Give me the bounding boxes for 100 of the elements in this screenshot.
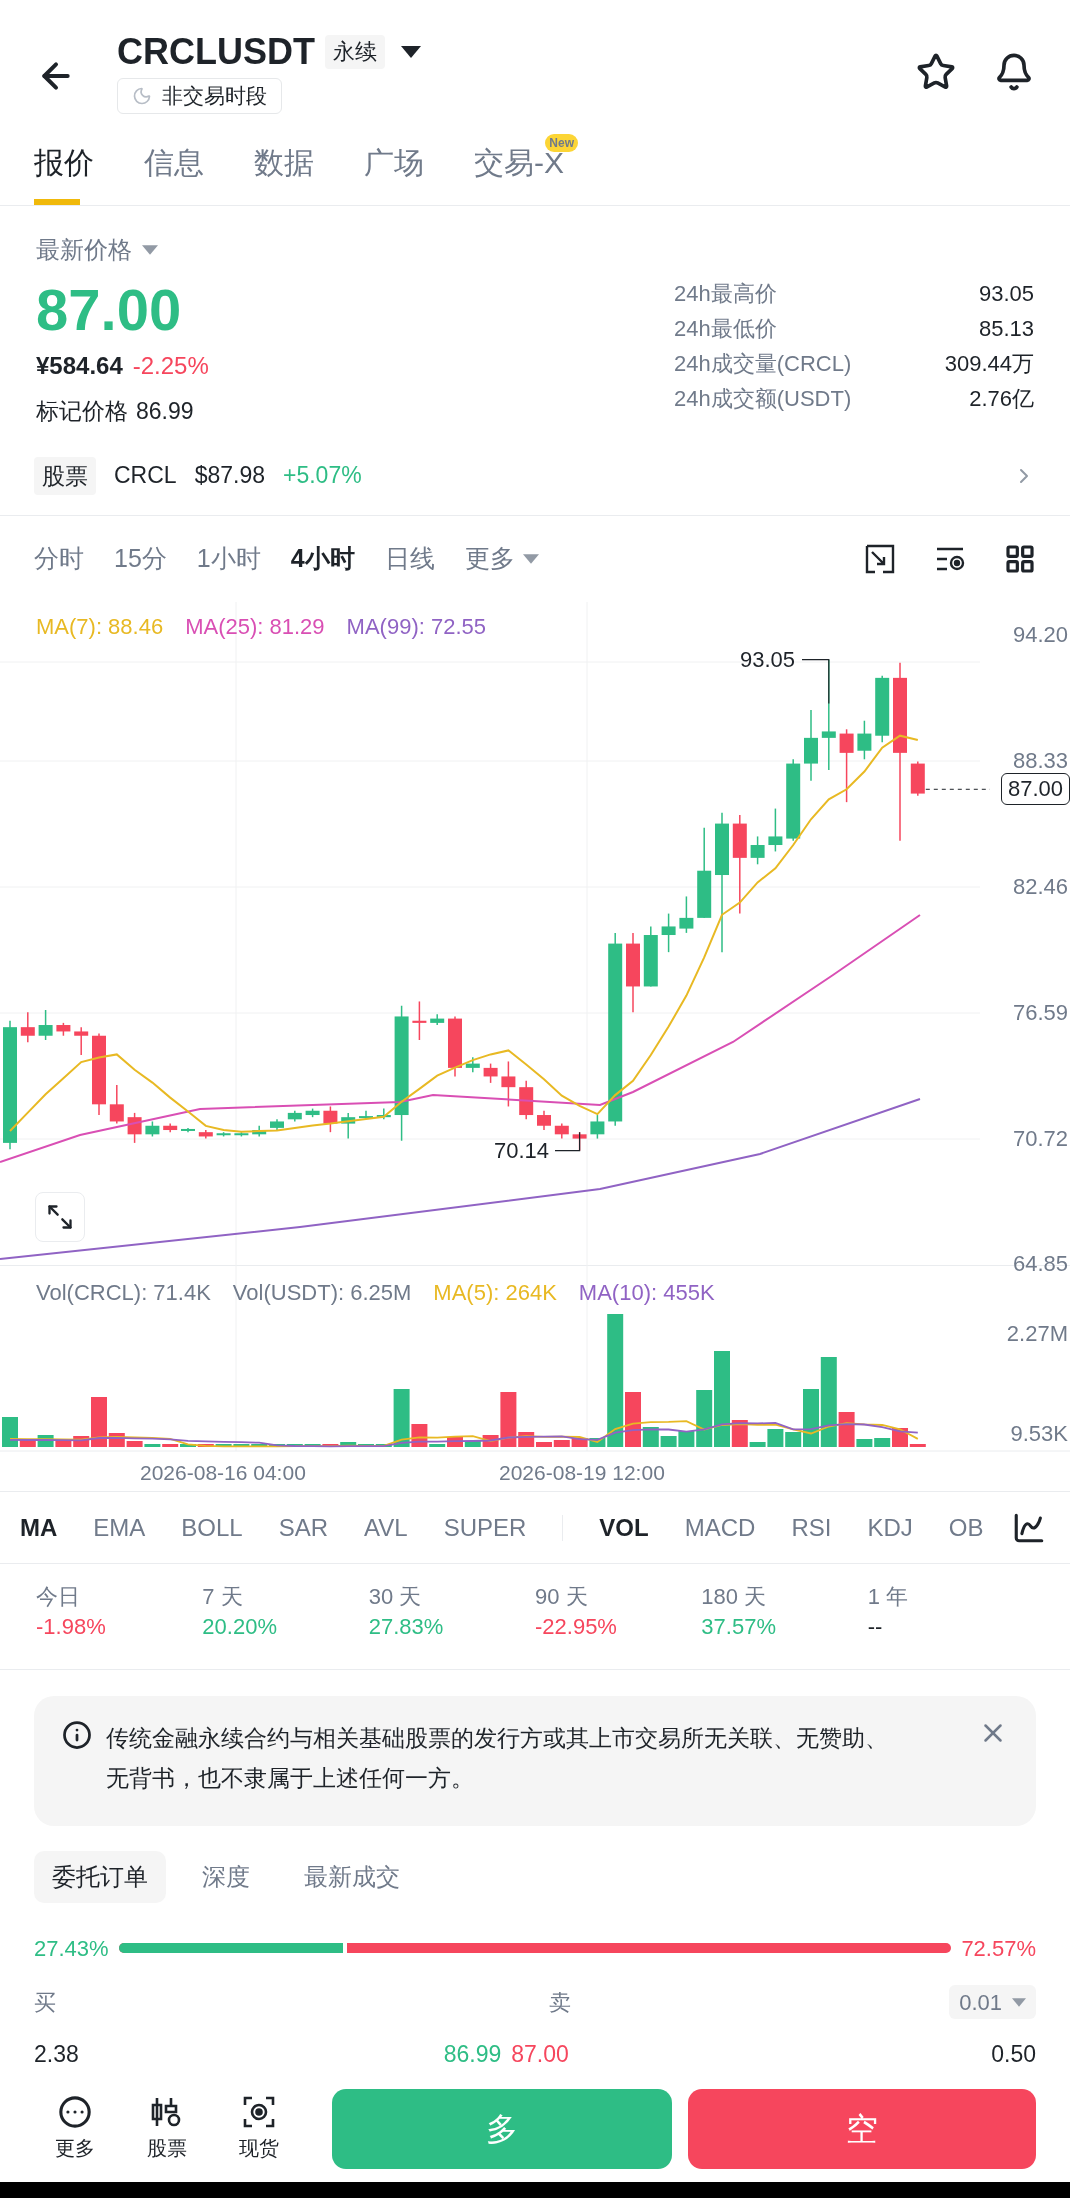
fullscreen-button[interactable] (35, 1192, 85, 1242)
candlestick (38, 1009, 53, 1041)
period-change: -22.95% (535, 1613, 618, 1641)
price-change: -2.25% (132, 351, 209, 381)
page-tab[interactable]: 信息 (144, 130, 218, 205)
bid-quantity: 2.38 (34, 2039, 79, 2069)
period-change: 37.57% (701, 1613, 777, 1641)
expand-icon (46, 1203, 74, 1231)
price-axis-label: 82.46 (1012, 874, 1068, 900)
timeframe-tab[interactable]: 1小时 (196, 540, 261, 578)
stat-label: 24h最低价 (674, 315, 777, 343)
candlestick (20, 1011, 35, 1043)
candlestick (768, 807, 783, 853)
dropdown-caret-icon (401, 46, 421, 58)
active-tab-indicator (34, 199, 80, 205)
timeframe-tab[interactable]: 4小时 (290, 540, 355, 578)
volume-legend-label: MA(5): 264K (433, 1279, 557, 1307)
draw-tool-icon[interactable] (864, 543, 896, 575)
indicator-tab[interactable]: EMA (93, 1509, 146, 1546)
dropdown-caret-icon (142, 245, 158, 255)
order-book-tab[interactable]: 委托订单 (34, 1851, 166, 1903)
trading-hours-badge: 非交易时段 (117, 78, 282, 114)
time-axis-label: 2026-08-16 04:00 (140, 1460, 306, 1486)
candlestick (643, 925, 658, 988)
volume-legend-label: Vol(USDT): 6.25M (232, 1279, 412, 1307)
bottom-action-button[interactable]: 股票 (126, 2095, 208, 2163)
price-axis-label: 88.33 (1012, 748, 1068, 774)
long-button[interactable]: 多 (332, 2089, 672, 2169)
stat-value: 93.05 (978, 280, 1034, 308)
page-tab[interactable]: 交易-X New (474, 130, 578, 205)
price-label: 最新价格 (36, 235, 132, 265)
indicator-tab[interactable]: SUPER (443, 1509, 527, 1546)
ma-legend-label: MA(25): 81.29 (185, 613, 325, 641)
sell-column-label: 卖 (549, 1988, 571, 2017)
bottom-action-button[interactable]: 现货 (218, 2095, 300, 2163)
candlestick (305, 1107, 320, 1118)
period-change: -- (867, 1613, 884, 1641)
scan-coin-icon (242, 2095, 276, 2129)
page-tab[interactable]: 报价 (34, 130, 108, 205)
time-axis-label: 2026-08-19 12:00 (499, 1460, 665, 1486)
candlestick (181, 1127, 195, 1133)
candlestick (448, 1015, 462, 1078)
timeframe-tab[interactable]: 分时 (34, 540, 84, 578)
timeframe-tab[interactable]: 15分 (114, 540, 167, 578)
precision-dropdown[interactable]: 0.01 (949, 1985, 1036, 2019)
bid-price: 86.99 (443, 2039, 502, 2069)
volume-axis-label: 2.27M (1006, 1321, 1068, 1347)
bottom-action-button[interactable]: 更多 (34, 2095, 116, 2163)
candlestick (359, 1110, 373, 1121)
timeframe-tab[interactable]: 日线 (384, 540, 435, 578)
indicator-tab[interactable]: KDJ (867, 1509, 913, 1546)
candlestick (590, 1114, 605, 1140)
last-price-tag: 87.00 (1000, 773, 1070, 806)
price-axis-label: 64.85 (1012, 1251, 1068, 1277)
indicator-tab[interactable]: RSI (791, 1509, 832, 1546)
stat-label: 24h成交额(USDT) (674, 385, 852, 413)
indicator-tab[interactable]: MACD (684, 1509, 756, 1546)
candlestick (127, 1112, 142, 1144)
order-book-tab[interactable]: 最新成交 (286, 1851, 418, 1903)
stat-value: 309.44万 (944, 350, 1034, 378)
short-button[interactable]: 空 (688, 2089, 1036, 2169)
ma-legend-label: MA(7): 88.46 (36, 613, 164, 641)
period-change: 20.20% (202, 1613, 278, 1641)
dropdown-caret-icon (522, 554, 539, 564)
candlestick (412, 1000, 427, 1041)
candlestick (216, 1131, 231, 1138)
page-tab[interactable]: 广场 (364, 130, 438, 205)
stat-label: 24h最高价 (674, 280, 777, 308)
candlestick (554, 1122, 569, 1140)
bell-icon[interactable] (994, 52, 1034, 92)
candlestick (501, 1060, 516, 1108)
indicator-tab[interactable]: AVL (364, 1509, 408, 1546)
stock-symbol: CRCL (114, 461, 177, 491)
period-label: 1 年 (867, 1583, 909, 1611)
candlestick (234, 1131, 249, 1138)
indicator-tab[interactable]: VOL (599, 1509, 649, 1546)
candlestick (56, 1022, 71, 1037)
page-tab[interactable]: 数据 (254, 130, 328, 205)
indicator-tab[interactable]: OB (948, 1509, 984, 1546)
order-book-tab[interactable]: 深度 (184, 1851, 268, 1903)
volume-bar (571, 1438, 588, 1447)
cny-price: ¥584.64 (36, 351, 123, 381)
favorite-star-icon[interactable] (916, 52, 956, 92)
candlestick (252, 1125, 267, 1138)
stat-value: 2.76亿 (969, 385, 1034, 413)
indicator-tab[interactable]: MA (20, 1509, 58, 1546)
candlestick (857, 719, 872, 761)
mark-price-label: 标记价格 (36, 397, 128, 426)
candlestick (519, 1080, 534, 1121)
candlestick (341, 1112, 356, 1140)
indicator-tab[interactable]: BOLL (181, 1509, 243, 1546)
more-timeframes-button[interactable]: 更多 (464, 540, 539, 578)
price-axis-label: 76.59 (1012, 1000, 1068, 1026)
ask-quantity: 0.50 (991, 2039, 1036, 2069)
indicator-tab[interactable]: SAR (278, 1509, 329, 1546)
moon-icon (132, 86, 152, 106)
high-leader-line (801, 659, 830, 705)
layout-grid-icon[interactable] (1004, 543, 1036, 575)
last-price: 87.00 (36, 276, 183, 344)
period-label: 180 天 (701, 1583, 768, 1611)
